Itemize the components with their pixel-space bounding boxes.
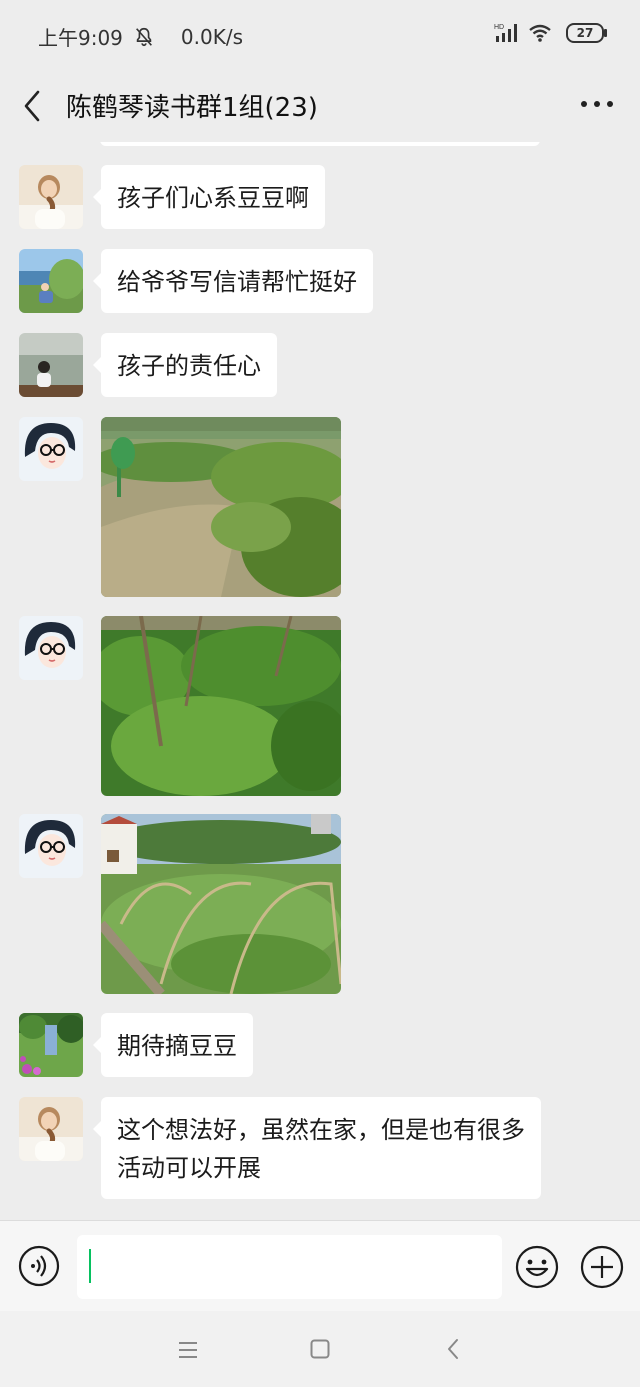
lakeside-sitting-avatar[interactable] — [19, 249, 83, 313]
message-bubble[interactable]: 孩子的责任心 — [93, 333, 277, 397]
wifi-icon — [529, 24, 551, 42]
system-navigation-bar — [0, 1311, 640, 1387]
message-text: 孩子的责任心 — [117, 352, 261, 380]
message-text: 期待摘豆豆 — [117, 1032, 237, 1060]
status-left: 上午9:09 0.0K/s — [38, 22, 243, 51]
status-right: HD 27 — [486, 22, 607, 44]
status-time: 上午9:09 — [38, 26, 123, 50]
notification-muted-icon — [135, 27, 152, 46]
message-text: 这个想法好，虽然在家，但是也有很多活动可以开展 — [117, 1116, 525, 1182]
chat-header: 陈鹤琴读书群1组(23) — [0, 70, 640, 142]
message-bubble[interactable]: 孩子们心系豆豆啊 — [93, 165, 325, 229]
garden-path-photo[interactable] — [101, 417, 341, 597]
garden-flowers-avatar[interactable] — [19, 1013, 83, 1077]
network-speed: 0.0K/s — [180, 24, 244, 49]
woman-ponytail-avatar[interactable] — [19, 1097, 83, 1161]
glasses-girl-avatar[interactable] — [19, 616, 83, 680]
add-more-icon[interactable] — [580, 1245, 624, 1289]
emoji-icon[interactable] — [515, 1245, 559, 1289]
chat-message-list[interactable]: 孩子们心系豆豆啊 给爷爷写信请帮忙挺好 孩子的责任心 期待摘豆豆 这个想法好，虽… — [0, 142, 640, 1220]
message-input[interactable] — [77, 1235, 502, 1299]
message-text: 孩子们心系豆豆啊 — [117, 184, 309, 212]
battery-level: 27 — [576, 26, 594, 40]
cellular-signal-icon: HD — [494, 24, 517, 42]
chat-title: 陈鹤琴读书群1组(23) — [66, 93, 318, 123]
battery-icon: 27 — [566, 23, 607, 43]
garden-arches-photo[interactable] — [101, 814, 341, 994]
message-bubble[interactable]: 这个想法好，虽然在家，但是也有很多活动可以开展 — [93, 1097, 541, 1199]
system-back-icon[interactable] — [446, 1338, 460, 1360]
more-options-icon[interactable] — [580, 98, 614, 110]
home-square-icon[interactable] — [310, 1339, 330, 1359]
message-text: 给爷爷写信请帮忙挺好 — [117, 268, 357, 296]
text-caret — [89, 1249, 91, 1283]
pea-plants-photo[interactable] — [101, 616, 341, 796]
woman-ponytail-avatar[interactable] — [19, 165, 83, 229]
status-bar: 上午9:09 0.0K/s HD 27 — [0, 0, 640, 70]
river-child-avatar[interactable] — [19, 333, 83, 397]
recent-apps-icon[interactable] — [178, 1341, 198, 1359]
signal-hd-label: HD — [494, 24, 504, 31]
voice-input-icon[interactable] — [18, 1245, 60, 1287]
chat-input-bar — [0, 1220, 640, 1311]
previous-message-bubble-edge — [100, 142, 540, 146]
back-arrow-icon[interactable] — [18, 86, 48, 126]
glasses-girl-avatar[interactable] — [19, 814, 83, 878]
glasses-girl-avatar[interactable] — [19, 417, 83, 481]
message-bubble[interactable]: 给爷爷写信请帮忙挺好 — [93, 249, 373, 313]
message-bubble[interactable]: 期待摘豆豆 — [93, 1013, 253, 1077]
